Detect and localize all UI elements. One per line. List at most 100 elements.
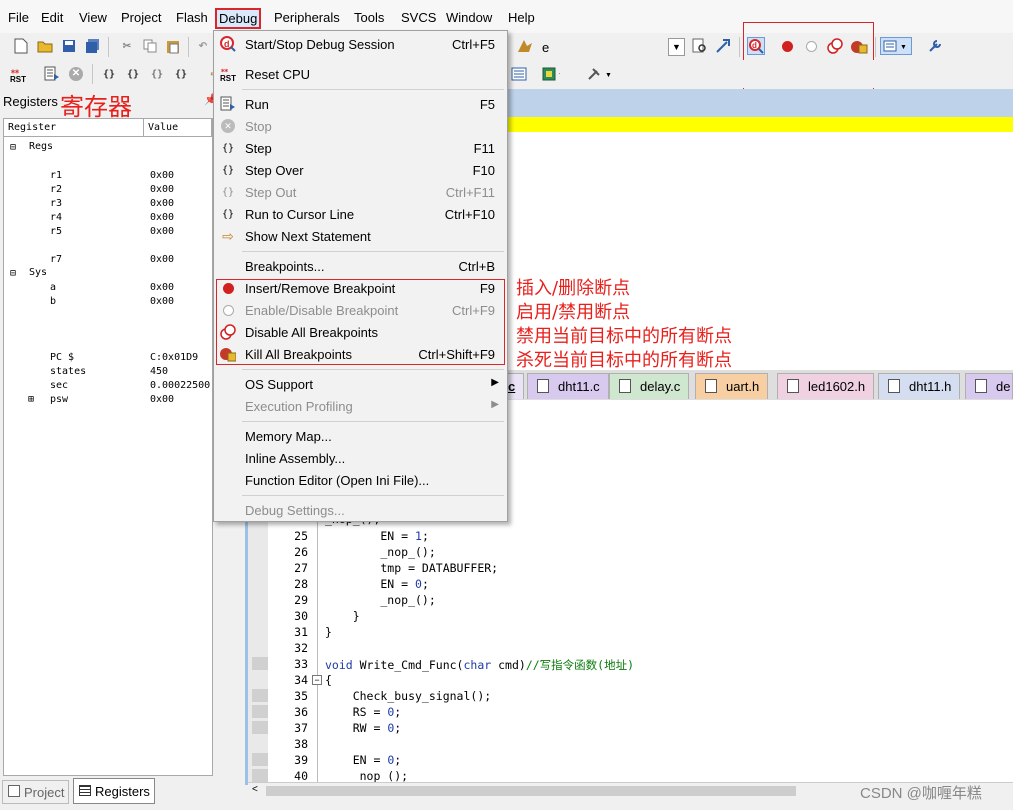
register-row[interactable]: sec 0.00022500: [4, 379, 212, 393]
toolbox-icon[interactable]: ▼: [586, 65, 616, 83]
find-in-files-icon[interactable]: [691, 37, 709, 55]
save-all-icon[interactable]: [84, 37, 102, 55]
menu-item-disable-all-breakpoints[interactable]: Disable All Breakpoints: [214, 321, 507, 343]
browse-icon[interactable]: [714, 37, 732, 55]
insert-breakpoint-icon[interactable]: [778, 37, 796, 55]
menu-item-breakpoints[interactable]: Breakpoints... Ctrl+B: [214, 255, 507, 277]
breakpoint-marker[interactable]: [252, 769, 268, 782]
menu-project[interactable]: Project: [121, 10, 161, 25]
menu-item-stop[interactable]: ✕ Stop: [214, 115, 507, 137]
tab-project[interactable]: Project: [2, 780, 69, 804]
menu-tools[interactable]: Tools: [354, 10, 384, 25]
menu-item-step-out[interactable]: {} Step Out Ctrl+F11: [214, 181, 507, 203]
breakpoint-marker[interactable]: [252, 721, 268, 734]
menu-view[interactable]: View: [79, 10, 107, 25]
step-out-toolbar-icon[interactable]: {}: [148, 65, 166, 83]
save-icon[interactable]: [60, 37, 78, 55]
menu-svcs[interactable]: SVCS: [401, 10, 436, 25]
run-to-cursor-toolbar-icon[interactable]: {}: [172, 65, 190, 83]
register-row[interactable]: r7 0x00: [4, 253, 212, 267]
menu-item-run[interactable]: Run F5: [214, 93, 507, 115]
menu-item-show-next-statement[interactable]: ⇨ Show Next Statement: [214, 225, 507, 247]
menu-item-reset-cpu[interactable]: ⁎⁎ RST Reset CPU: [214, 63, 507, 85]
scrollbar-thumb[interactable]: [266, 786, 796, 796]
new-file-icon[interactable]: [12, 37, 30, 55]
breakpoint-marker[interactable]: [252, 705, 268, 718]
c-file-icon: [537, 379, 549, 393]
menu-item-enable-disable-breakpoint[interactable]: Enable/Disable Breakpoint Ctrl+F9: [214, 299, 507, 321]
menu-peripherals[interactable]: Peripherals: [274, 10, 340, 25]
breakpoint-marker[interactable]: [252, 657, 268, 670]
register-row[interactable]: r3 0x00: [4, 197, 212, 211]
paste-icon[interactable]: [164, 37, 182, 55]
menu-item-debug-settings[interactable]: Debug Settings...: [214, 499, 507, 521]
menu-help[interactable]: Help: [508, 10, 535, 25]
register-row[interactable]: r1 0x00: [4, 169, 212, 183]
menu-edit[interactable]: Edit: [41, 10, 63, 25]
copy-icon[interactable]: [141, 37, 159, 55]
collapse-regs-icon[interactable]: ⊟: [10, 142, 16, 153]
menu-window[interactable]: Window: [446, 10, 492, 25]
run-toolbar-icon[interactable]: [43, 65, 61, 83]
breakpoint-marker[interactable]: [252, 689, 268, 702]
tab-registers[interactable]: Registers: [73, 778, 155, 804]
menu-debug[interactable]: Debug: [215, 8, 262, 29]
cut-icon[interactable]: ✂: [118, 37, 136, 55]
step-toolbar-icon[interactable]: {}: [100, 65, 118, 83]
breakpoint-marker[interactable]: [252, 753, 268, 766]
register-row[interactable]: sp_max 0x34: [4, 323, 212, 337]
register-row[interactable]: sp 0x34: [4, 309, 212, 323]
menu-item-os-support[interactable]: OS Support ▶: [214, 373, 507, 395]
file-tab[interactable]: led1602.h: [777, 373, 875, 399]
menu-item-insert-remove-breakpoint[interactable]: Insert/Remove Breakpoint F9: [214, 277, 507, 299]
column-header-value[interactable]: Value: [144, 119, 212, 137]
register-row[interactable]: r4 0x00: [4, 211, 212, 225]
menu-item-step[interactable]: {} Step F11: [214, 137, 507, 159]
file-tab[interactable]: delay.c: [609, 373, 690, 399]
register-row[interactable]: PC $ C:0x01D9: [4, 351, 212, 365]
disable-all-breakpoints-icon[interactable]: [826, 37, 844, 55]
menu-item-start-stop-debug[interactable]: d Start/Stop Debug Session Ctrl+F5: [214, 33, 507, 55]
debug-session-icon[interactable]: d: [747, 37, 765, 55]
menu-item-inline-assembly[interactable]: Inline Assembly...: [214, 447, 507, 469]
scroll-left-icon[interactable]: <: [252, 784, 258, 795]
file-tab[interactable]: dht11.c: [527, 373, 609, 399]
register-row[interactable]: r6 0x01: [4, 239, 212, 253]
menu-item-run-to-cursor[interactable]: {} Run to Cursor Line Ctrl+F10: [214, 203, 507, 225]
window-layout-icon[interactable]: ▼: [880, 37, 912, 55]
reset-cpu-toolbar-icon[interactable]: ⁎⁎ RST: [10, 65, 28, 83]
configure-tools-icon[interactable]: [926, 37, 944, 55]
analysis-window-icon[interactable]: ▼: [542, 65, 560, 83]
register-row[interactable]: dptr 0x0022: [4, 337, 212, 351]
target-icon[interactable]: [516, 37, 534, 55]
enable-breakpoint-icon[interactable]: [802, 37, 820, 55]
step-over-toolbar-icon[interactable]: {}: [124, 65, 142, 83]
file-tab[interactable]: dht11.h: [878, 373, 961, 399]
menu-item-function-editor[interactable]: Function Editor (Open Ini File)...: [214, 469, 507, 491]
kill-all-breakpoints-icon[interactable]: [850, 37, 868, 55]
file-tab[interactable]: uart.h: [695, 373, 769, 399]
serial-window-icon[interactable]: [510, 65, 528, 83]
collapse-sys-icon[interactable]: ⊟: [10, 268, 16, 279]
register-row[interactable]: states 450: [4, 365, 212, 379]
register-row[interactable]: psw 0x00: [4, 393, 212, 407]
menu-item-step-over[interactable]: {} Step Over F10: [214, 159, 507, 181]
target-dropdown-button[interactable]: ▼: [668, 38, 685, 56]
undo-icon[interactable]: ↶: [194, 37, 212, 55]
register-row[interactable]: a 0x00: [4, 281, 212, 295]
stop-toolbar-icon[interactable]: ✕: [67, 65, 85, 83]
register-row[interactable]: r5 0x00: [4, 225, 212, 239]
menu-item-memory-map[interactable]: Memory Map...: [214, 425, 507, 447]
register-row[interactable]: r2 0x00: [4, 183, 212, 197]
menu-flash[interactable]: Flash: [176, 10, 208, 25]
register-row[interactable]: b 0x00: [4, 295, 212, 309]
file-tab[interactable]: de: [965, 373, 1013, 399]
fold-toggle-icon[interactable]: −: [312, 675, 322, 685]
target-select-value[interactable]: e: [542, 40, 549, 55]
register-row[interactable]: r0 0x1e: [4, 155, 212, 169]
column-header-register[interactable]: Register: [4, 119, 144, 137]
menu-file[interactable]: File: [8, 10, 29, 25]
menu-item-kill-all-breakpoints[interactable]: Kill All Breakpoints Ctrl+Shift+F9: [214, 343, 507, 365]
menu-item-execution-profiling[interactable]: Execution Profiling ▶: [214, 395, 507, 417]
open-folder-icon[interactable]: [36, 37, 54, 55]
